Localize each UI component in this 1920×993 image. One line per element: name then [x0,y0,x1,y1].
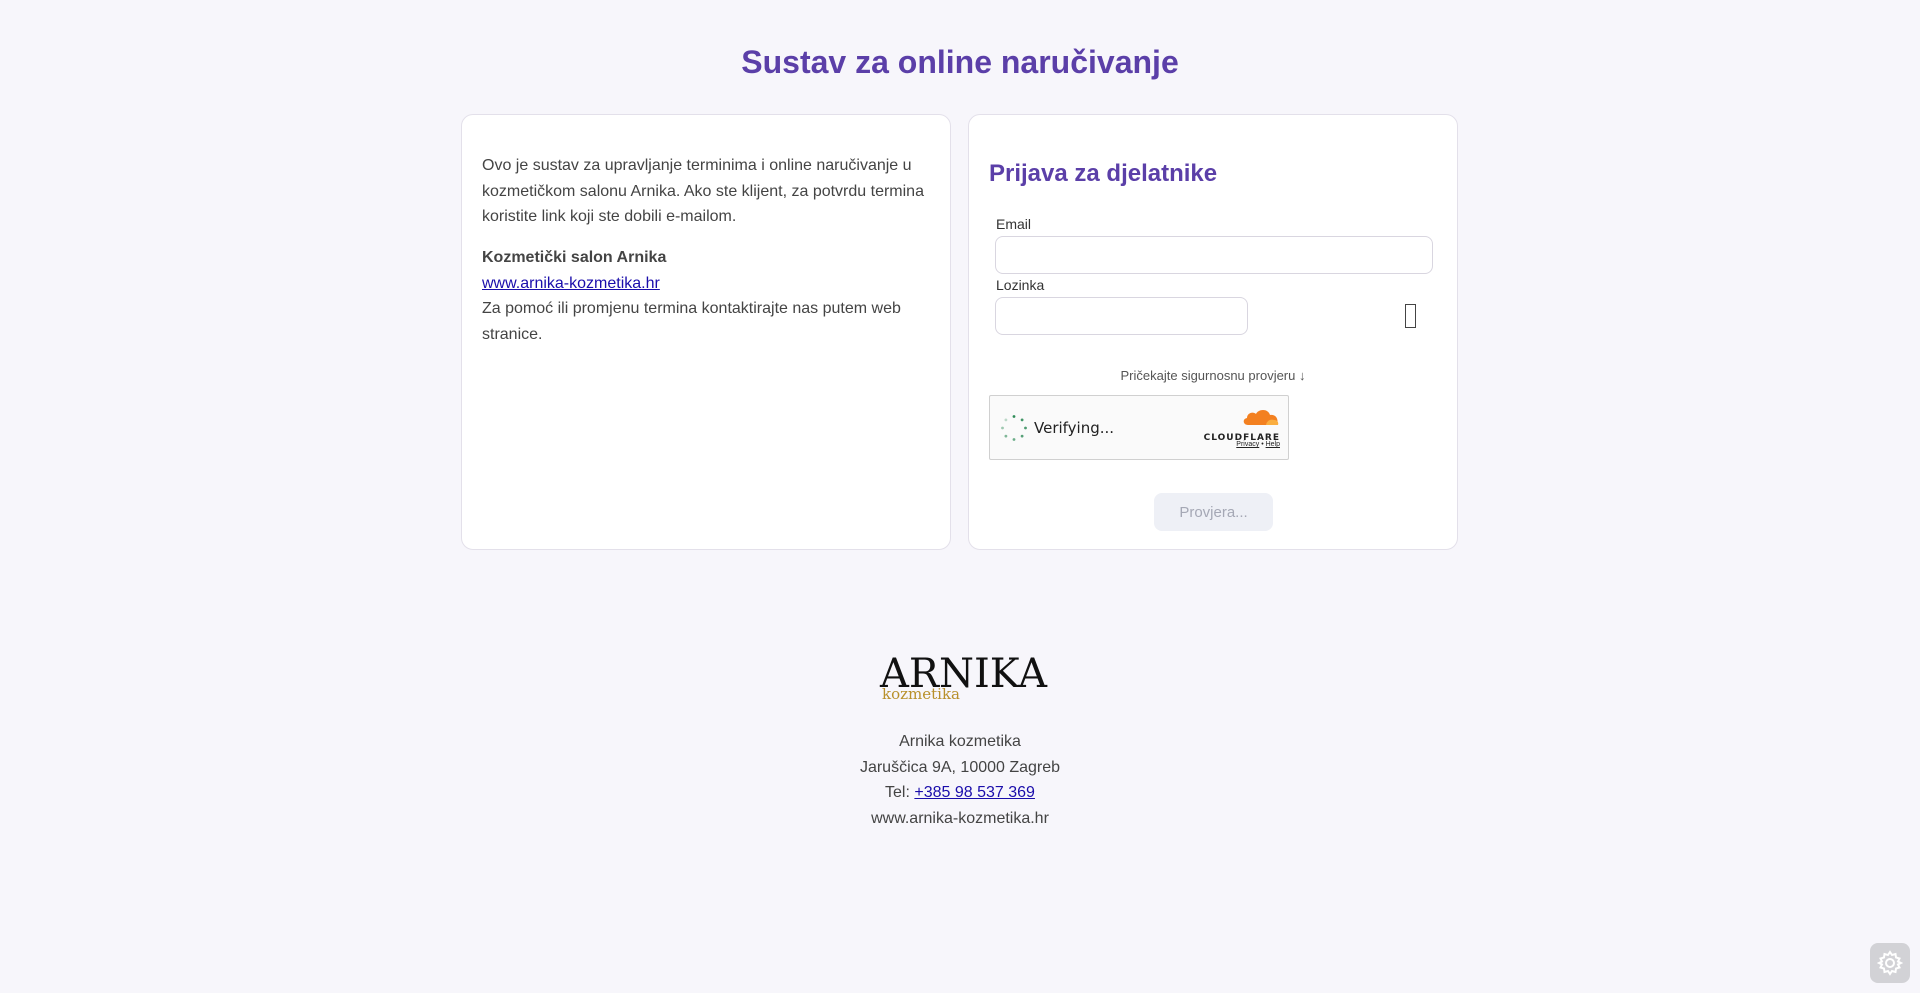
footer-contact: Arnika kozmetika Jaruščica 9A, 10000 Zag… [0,729,1920,831]
salon-info: Kozmetički salon Arnika www.arnika-kozme… [482,245,932,347]
captcha-help-link[interactable]: Help [1266,441,1280,448]
captcha-link-separator: • [1261,441,1264,448]
arnika-logo: ARNIKA kozmetika [880,650,1047,708]
captcha-widget[interactable]: Verifying... CLOUDFLARE Privacy • Help [989,395,1289,460]
password-label: Lozinka [996,277,1045,293]
phone-link[interactable]: +385 98 537 369 [914,784,1035,801]
gear-icon [1877,950,1903,976]
spinner-icon [1001,415,1027,441]
email-label: Email [996,216,1032,232]
verify-button[interactable]: Provjera... [1154,493,1273,531]
password-field[interactable] [995,297,1248,335]
help-text: Za pomoć ili promjenu termina kontaktira… [482,300,901,343]
settings-button[interactable] [1870,943,1910,983]
footer-website: www.arnika-kozmetika.hr [871,809,1049,827]
salon-name: Kozmetički salon Arnika [482,249,667,266]
login-card: Prijava za djelatnike Email Lozinka Prič… [968,114,1458,550]
cloudflare-logo: CLOUDFLARE [1202,408,1280,443]
footer-phone: Tel: +385 98 537 369 [0,780,1920,806]
security-wait-text: Pričekajte sigurnosnu provjeru ↓ [1120,368,1306,383]
captcha-links: Privacy • Help [1236,441,1280,448]
info-card: Ovo je sustav za upravljanje terminima i… [461,114,951,550]
show-password-icon [1404,304,1416,328]
email-field[interactable] [995,236,1433,274]
login-title: Prijava za djelatnike [989,160,1218,187]
captcha-status: Verifying... [1034,419,1115,437]
footer-address: Jaruščica 9A, 10000 Zagreb [859,758,1061,776]
salon-website-link[interactable]: www.arnika-kozmetika.hr [482,271,932,297]
intro-text: Ovo je sustav za upravljanje terminima i… [482,157,924,225]
page-title: Sustav za online naručivanje [741,44,1179,80]
footer-company: Arnika kozmetika [899,733,1021,750]
show-password-toggle[interactable] [1399,298,1421,334]
phone-label: Tel: [885,784,910,801]
captcha-privacy-link[interactable]: Privacy [1236,441,1259,448]
logo-subtext: kozmetika [882,685,960,703]
cloudflare-cloud-icon [1243,410,1279,425]
